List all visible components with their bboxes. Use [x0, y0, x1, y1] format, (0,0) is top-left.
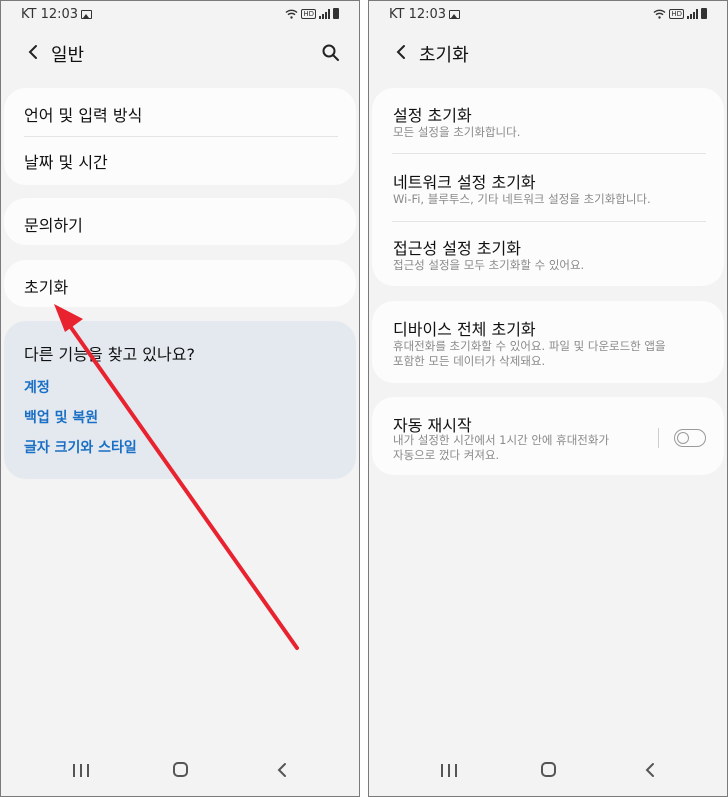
app-bar: 일반 — [1, 37, 359, 71]
status-bar: KT 12:03 HD — [21, 7, 339, 25]
link-accounts[interactable]: 계정 — [24, 377, 50, 397]
navigation-bar — [369, 748, 727, 796]
link-font-size-style[interactable]: 글자 크기와 스타일 — [24, 437, 137, 457]
settings-card-factory-reset[interactable]: 디바이스 전체 초기화 휴대전화를 초기화할 수 있어요. 파일 및 다운로드한… — [372, 301, 724, 383]
signal-icon — [687, 8, 698, 19]
signal-icon — [319, 8, 330, 19]
battery-icon — [333, 8, 339, 19]
phone-screen-reset: KT 12:03 HD 초기화 설정 초기화 모든 설정을 초기화합니다. 네트… — [368, 0, 728, 797]
divider — [392, 153, 706, 154]
page-title: 일반 — [51, 45, 85, 66]
item-subtitle: Wi-Fi, 블루투스, 기타 네트워크 설정을 초기화합니다. — [393, 192, 651, 206]
status-bar: KT 12:03 HD — [389, 7, 707, 25]
settings-card-reset-options: 설정 초기화 모든 설정을 초기화합니다. 네트워크 설정 초기화 Wi-Fi,… — [372, 88, 724, 286]
link-backup-restore[interactable]: 백업 및 복원 — [24, 407, 98, 427]
phone-screen-general: KT 12:03 HD 일반 언어 및 입력 방식 날짜 및 시간 문의하기 초… — [0, 0, 360, 797]
settings-card-auto-restart[interactable]: 자동 재시작 내가 설정한 시간에서 1시간 안에 휴대전화가 자동으로 껐다 … — [372, 397, 724, 475]
suggestion-heading: 다른 기능을 찾고 있나요? — [24, 345, 195, 364]
settings-card-reset: 초기화 — [4, 260, 356, 307]
item-title: 디바이스 전체 초기화 — [393, 320, 536, 339]
item-subtitle-line2: 자동으로 껐다 켜져요. — [393, 448, 500, 462]
item-title: 설정 초기화 — [393, 106, 472, 125]
toggle-knob — [677, 431, 689, 444]
wifi-icon — [285, 9, 298, 19]
recent-apps-icon[interactable] — [73, 764, 89, 777]
status-time: KT 12:03 — [389, 7, 447, 22]
menu-item-reset[interactable]: 초기화 — [24, 274, 68, 298]
navigation-bar — [1, 748, 359, 796]
back-arrow-icon[interactable] — [391, 41, 413, 63]
toggle-divider — [658, 428, 659, 448]
item-subtitle: 휴대전화를 초기화할 수 있어요. 파일 및 다운로드한 앱을 — [393, 339, 666, 353]
menu-item-language-input[interactable]: 언어 및 입력 방식 — [24, 102, 142, 126]
status-time: KT 12:03 — [21, 7, 79, 22]
hd-voice-icon: HD — [301, 8, 316, 19]
item-subtitle: 모든 설정을 초기화합니다. — [393, 125, 521, 139]
divider — [24, 136, 338, 137]
wifi-icon — [653, 9, 666, 19]
recent-apps-icon[interactable] — [441, 764, 457, 777]
item-title: 접근성 설정 초기화 — [393, 239, 521, 258]
app-bar: 초기화 — [369, 37, 727, 71]
search-icon[interactable] — [321, 43, 341, 63]
divider — [392, 221, 706, 222]
item-subtitle-line2: 포함한 모든 데이터가 삭제돼요. — [393, 354, 546, 368]
item-subtitle: 내가 설정한 시간에서 1시간 안에 휴대전화가 — [393, 433, 610, 447]
item-subtitle: 접근성 설정을 모두 초기화할 수 있어요. — [393, 258, 585, 272]
item-title: 네트워크 설정 초기화 — [393, 173, 536, 192]
auto-restart-toggle[interactable] — [674, 429, 706, 447]
settings-card-contact: 문의하기 — [4, 198, 356, 245]
home-icon[interactable] — [173, 762, 188, 777]
back-arrow-icon[interactable] — [23, 41, 45, 63]
menu-item-date-time[interactable]: 날짜 및 시간 — [24, 149, 108, 173]
suggestion-panel: 다른 기능을 찾고 있나요? 계정 백업 및 복원 글자 크기와 스타일 — [4, 321, 356, 479]
gallery-notification-icon — [449, 10, 460, 19]
nav-back-icon[interactable] — [643, 762, 659, 778]
settings-card-language-date: 언어 및 입력 방식 날짜 및 시간 — [4, 88, 356, 185]
gallery-notification-icon — [81, 10, 92, 19]
page-title: 초기화 — [419, 45, 469, 66]
battery-icon — [701, 8, 707, 19]
hd-voice-icon: HD — [669, 8, 684, 19]
home-icon[interactable] — [541, 762, 556, 777]
menu-item-contact-us[interactable]: 문의하기 — [24, 212, 83, 236]
nav-back-icon[interactable] — [275, 762, 291, 778]
